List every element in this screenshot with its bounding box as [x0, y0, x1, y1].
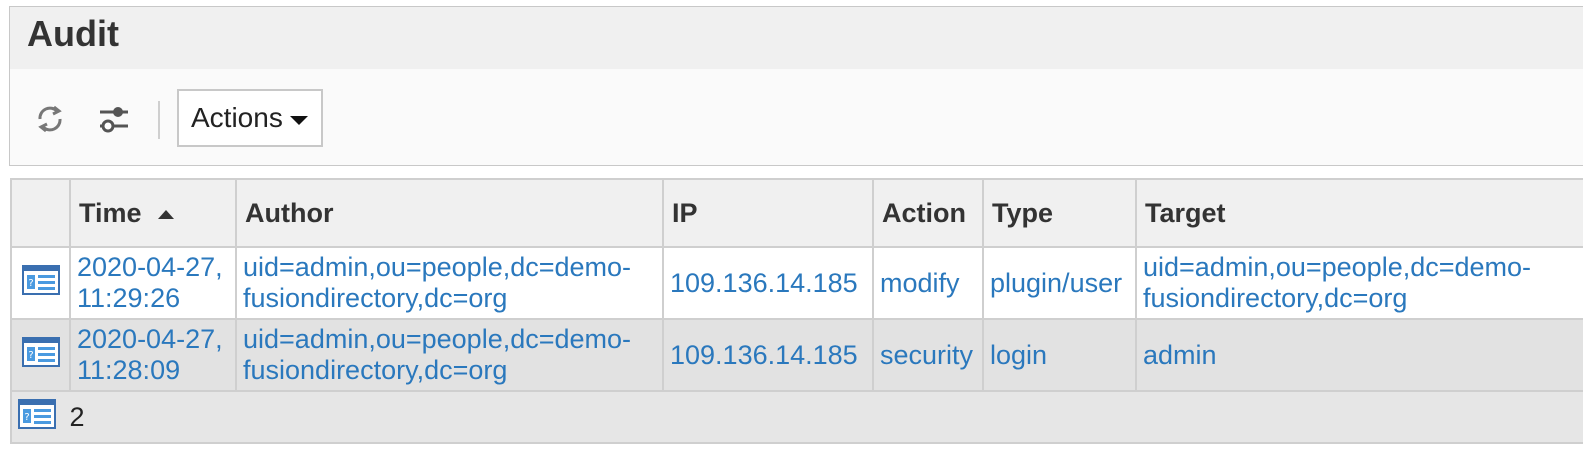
- column-header-action[interactable]: Action: [872, 178, 984, 248]
- svg-text:?: ?: [28, 350, 33, 361]
- time-link[interactable]: 2020-04-27, 11:28:09: [77, 324, 229, 386]
- target-link[interactable]: admin: [1143, 340, 1583, 371]
- column-header-target[interactable]: Target: [1135, 178, 1583, 248]
- action-cell[interactable]: modify: [872, 246, 984, 320]
- type-cell[interactable]: plugin/user: [982, 246, 1137, 320]
- column-header-time-label: Time: [79, 197, 142, 228]
- audit-table: Time Author IP Action Type Target ? 2020…: [10, 178, 1583, 444]
- table-row[interactable]: ? 2020-04-27, 11:28:09 uid=admin,ou=peop…: [10, 318, 1583, 392]
- type-link[interactable]: login: [990, 340, 1129, 371]
- toolbar: Actions: [10, 69, 1583, 165]
- author-line2: fusiondirectory,dc=org: [243, 283, 508, 313]
- time-cell[interactable]: 2020-04-27, 11:28:09: [69, 318, 237, 392]
- audit-entry-icon: ?: [21, 264, 60, 302]
- target-cell[interactable]: uid=admin,ou=people,dc=demo- fusiondirec…: [1135, 246, 1583, 320]
- time-date: 2020-04-27,: [77, 252, 223, 282]
- author-link[interactable]: uid=admin,ou=people,dc=demo- fusiondirec…: [243, 252, 656, 314]
- page-title: Audit: [10, 7, 1583, 69]
- time-date: 2020-04-27,: [77, 324, 223, 354]
- toolbar-separator: [158, 101, 160, 139]
- type-link[interactable]: plugin/user: [990, 268, 1129, 299]
- svg-text:?: ?: [28, 278, 33, 289]
- action-link[interactable]: security: [880, 340, 976, 371]
- column-header-type[interactable]: Type: [982, 178, 1137, 248]
- author-line2: fusiondirectory,dc=org: [243, 355, 508, 385]
- time-clock: 11:29:26: [77, 283, 181, 313]
- author-link[interactable]: uid=admin,ou=people,dc=demo- fusiondirec…: [243, 324, 656, 386]
- column-header-ip[interactable]: IP: [662, 178, 874, 248]
- table-footer-row: ? 2: [10, 390, 1583, 444]
- sort-ascending-icon: [157, 209, 174, 219]
- actions-dropdown[interactable]: Actions: [177, 89, 323, 147]
- filter-sliders-icon[interactable]: [94, 99, 134, 139]
- actions-label: Actions: [191, 102, 283, 133]
- svg-text:?: ?: [24, 412, 29, 423]
- table-header-row: Time Author IP Action Type Target: [10, 178, 1583, 248]
- action-link[interactable]: modify: [880, 268, 976, 299]
- ip-cell[interactable]: 109.136.14.185: [662, 246, 874, 320]
- entry-count: 2: [69, 401, 85, 432]
- time-link[interactable]: 2020-04-27, 11:29:26: [77, 252, 229, 314]
- target-link[interactable]: uid=admin,ou=people,dc=demo- fusiondirec…: [1143, 252, 1583, 314]
- chevron-down-icon: [290, 116, 308, 125]
- ip-link[interactable]: 109.136.14.185: [670, 340, 866, 371]
- column-header-icon: [10, 178, 71, 248]
- audit-panel: Audit Actions: [9, 6, 1583, 166]
- target-cell[interactable]: admin: [1135, 318, 1583, 392]
- footer-cell: ? 2: [10, 390, 1583, 444]
- audit-entry-icon: ?: [21, 336, 60, 374]
- column-header-time[interactable]: Time: [69, 178, 237, 248]
- row-icon-cell: ?: [10, 318, 71, 392]
- ip-cell[interactable]: 109.136.14.185: [662, 318, 874, 392]
- author-cell[interactable]: uid=admin,ou=people,dc=demo- fusiondirec…: [235, 318, 664, 392]
- time-clock: 11:28:09: [77, 355, 181, 385]
- audit-entry-icon: ?: [18, 398, 56, 436]
- column-header-author[interactable]: Author: [235, 178, 664, 248]
- author-line1: uid=admin,ou=people,dc=demo-: [243, 252, 632, 282]
- type-cell[interactable]: login: [982, 318, 1137, 392]
- row-icon-cell: ?: [10, 246, 71, 320]
- action-cell[interactable]: security: [872, 318, 984, 392]
- time-cell[interactable]: 2020-04-27, 11:29:26: [69, 246, 237, 320]
- target-line1: uid=admin,ou=people,dc=demo-: [1143, 252, 1532, 282]
- ip-link[interactable]: 109.136.14.185: [670, 268, 866, 299]
- author-cell[interactable]: uid=admin,ou=people,dc=demo- fusiondirec…: [235, 246, 664, 320]
- table-row[interactable]: ? 2020-04-27, 11:29:26 uid=admin,ou=peop…: [10, 246, 1583, 320]
- target-line2: fusiondirectory,dc=org: [1143, 283, 1408, 313]
- author-line1: uid=admin,ou=people,dc=demo-: [243, 324, 632, 354]
- refresh-icon[interactable]: [30, 99, 70, 139]
